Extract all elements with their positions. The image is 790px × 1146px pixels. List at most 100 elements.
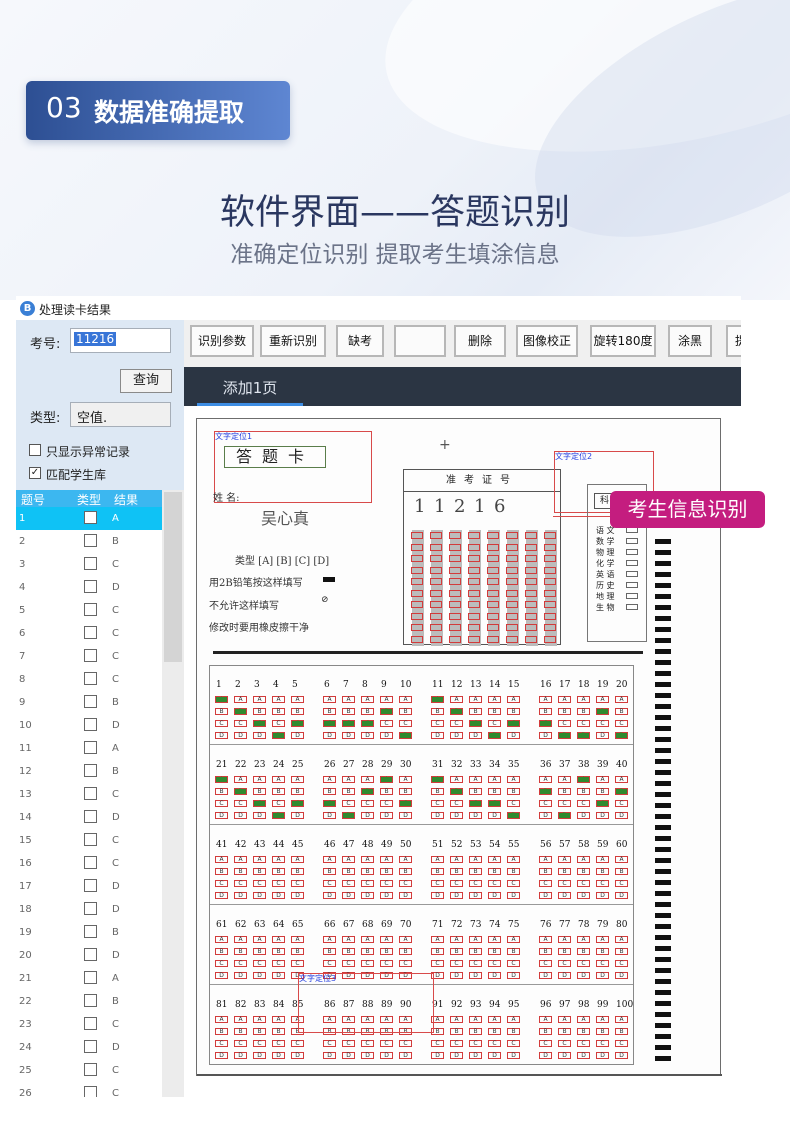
table-row[interactable]: 5C	[16, 599, 162, 622]
row-type-checkbox[interactable]	[84, 534, 97, 547]
row-type-checkbox[interactable]	[84, 672, 97, 685]
toolbar-button-1[interactable]: 重新识别	[260, 325, 326, 357]
subject-bubble	[626, 582, 638, 588]
answer-bubble: B	[215, 1028, 228, 1035]
row-type-checkbox[interactable]	[84, 971, 97, 984]
row-type-checkbox[interactable]	[84, 557, 97, 570]
show-abnormal-checkbox[interactable]	[29, 444, 41, 456]
table-row[interactable]: 1A	[16, 507, 162, 530]
answer-bubble: D	[615, 1052, 628, 1059]
answer-bubble: A	[596, 1016, 609, 1023]
answer-bubble: D	[253, 972, 266, 979]
row-type-checkbox[interactable]	[84, 580, 97, 593]
table-row[interactable]: 3C	[16, 553, 162, 576]
subject-label: 数 学	[596, 537, 615, 546]
toolbar-button-4[interactable]: 删除	[454, 325, 506, 357]
row-type-checkbox[interactable]	[84, 764, 97, 777]
table-row[interactable]: 9B	[16, 691, 162, 714]
row-type-checkbox[interactable]	[84, 787, 97, 800]
timing-mark	[655, 660, 671, 665]
answer-bubble: B	[380, 868, 393, 875]
row-type-checkbox[interactable]	[84, 925, 97, 938]
query-button[interactable]: 查询	[120, 369, 172, 393]
answer-bubble: A	[577, 1016, 590, 1023]
table-row[interactable]: 20 D	[16, 944, 162, 967]
answer-bubble: B	[215, 708, 228, 715]
col-question-no[interactable]: 题号	[21, 491, 45, 508]
answer-bubble: D	[558, 812, 571, 819]
answer-bubble: A	[215, 856, 228, 863]
answer-bubble: A	[450, 856, 463, 863]
answer-bubble: B	[539, 868, 552, 875]
exam-no-input[interactable]: 11216	[70, 328, 171, 353]
type-field[interactable]: 空值.	[70, 402, 171, 427]
question-number: 26	[324, 760, 336, 770]
toolbar-button-2[interactable]: 缺考	[336, 325, 384, 357]
row-type-checkbox[interactable]	[84, 810, 97, 823]
row-type-checkbox[interactable]	[84, 948, 97, 961]
row-type-checkbox[interactable]	[84, 1040, 97, 1053]
table-row[interactable]: 2B	[16, 530, 162, 553]
table-row[interactable]: 23 C	[16, 1013, 162, 1036]
row-result: B	[112, 536, 119, 547]
row-type-checkbox[interactable]	[84, 1017, 97, 1030]
answer-bubble: C	[431, 880, 444, 887]
table-row[interactable]: 14 D	[16, 806, 162, 829]
row-type-checkbox[interactable]	[84, 879, 97, 892]
col-result[interactable]: 结果	[114, 491, 138, 508]
row-result: C	[112, 651, 119, 662]
table-scrollbar[interactable]	[162, 490, 184, 1097]
row-type-checkbox[interactable]	[84, 856, 97, 869]
answer-bubble: B	[615, 948, 628, 955]
table-row[interactable]: 18 D	[16, 898, 162, 921]
table-row[interactable]: 16 C	[16, 852, 162, 875]
row-type-checkbox[interactable]	[84, 695, 97, 708]
table-row[interactable]: 13 C	[16, 783, 162, 806]
table-row[interactable]: 17 D	[16, 875, 162, 898]
answer-bubble: C	[469, 800, 482, 807]
scroll-thumb[interactable]	[164, 492, 182, 662]
answer-bubble: B	[215, 788, 228, 795]
answer-bubble: B	[253, 948, 266, 955]
toolbar-button-8[interactable]: 提	[726, 325, 741, 357]
table-row[interactable]: 26 C	[16, 1082, 162, 1097]
app-logo-icon: B	[20, 301, 35, 316]
table-row[interactable]: 25 C	[16, 1059, 162, 1082]
question-number: 13	[470, 680, 482, 690]
table-row[interactable]: 19 B	[16, 921, 162, 944]
table-row[interactable]: 22 B	[16, 990, 162, 1013]
match-student-checkbox[interactable]: ✓	[29, 467, 41, 479]
table-row[interactable]: 7C	[16, 645, 162, 668]
row-type-checkbox[interactable]	[84, 994, 97, 1007]
toolbar-button-0[interactable]: 识别参数	[190, 325, 254, 357]
toolbar-button-5[interactable]: 图像校正	[516, 325, 578, 357]
row-type-checkbox[interactable]	[84, 902, 97, 915]
row-type-checkbox[interactable]	[84, 718, 97, 731]
table-row[interactable]: 24 D	[16, 1036, 162, 1059]
toolbar-button-7[interactable]: 涂黑	[668, 325, 712, 357]
row-type-checkbox[interactable]	[84, 1063, 97, 1076]
table-row[interactable]: 6C	[16, 622, 162, 645]
table-row[interactable]: 15 C	[16, 829, 162, 852]
row-type-checkbox[interactable]	[84, 511, 97, 524]
table-row[interactable]: 21 A	[16, 967, 162, 990]
table-row[interactable]: 4D	[16, 576, 162, 599]
table-row[interactable]: 8C	[16, 668, 162, 691]
answer-bubble: B	[342, 788, 355, 795]
row-type-checkbox[interactable]	[84, 603, 97, 616]
row-question-no: 1	[19, 513, 26, 524]
answer-bubble: A	[488, 696, 501, 703]
table-row[interactable]: 11 A	[16, 737, 162, 760]
toolbar-button-3[interactable]	[394, 325, 446, 357]
col-type[interactable]: 类型	[77, 491, 101, 508]
table-row[interactable]: 10 D	[16, 714, 162, 737]
table-row[interactable]: 12 B	[16, 760, 162, 783]
toolbar-button-6[interactable]: 旋转180度	[590, 325, 656, 357]
row-type-checkbox[interactable]	[84, 833, 97, 846]
row-type-checkbox[interactable]	[84, 741, 97, 754]
row-type-checkbox[interactable]	[84, 649, 97, 662]
row-type-checkbox[interactable]	[84, 626, 97, 639]
question-number: 71	[432, 920, 444, 930]
tab-add-page[interactable]: 添加1页	[197, 375, 303, 406]
row-type-checkbox[interactable]	[84, 1086, 97, 1097]
